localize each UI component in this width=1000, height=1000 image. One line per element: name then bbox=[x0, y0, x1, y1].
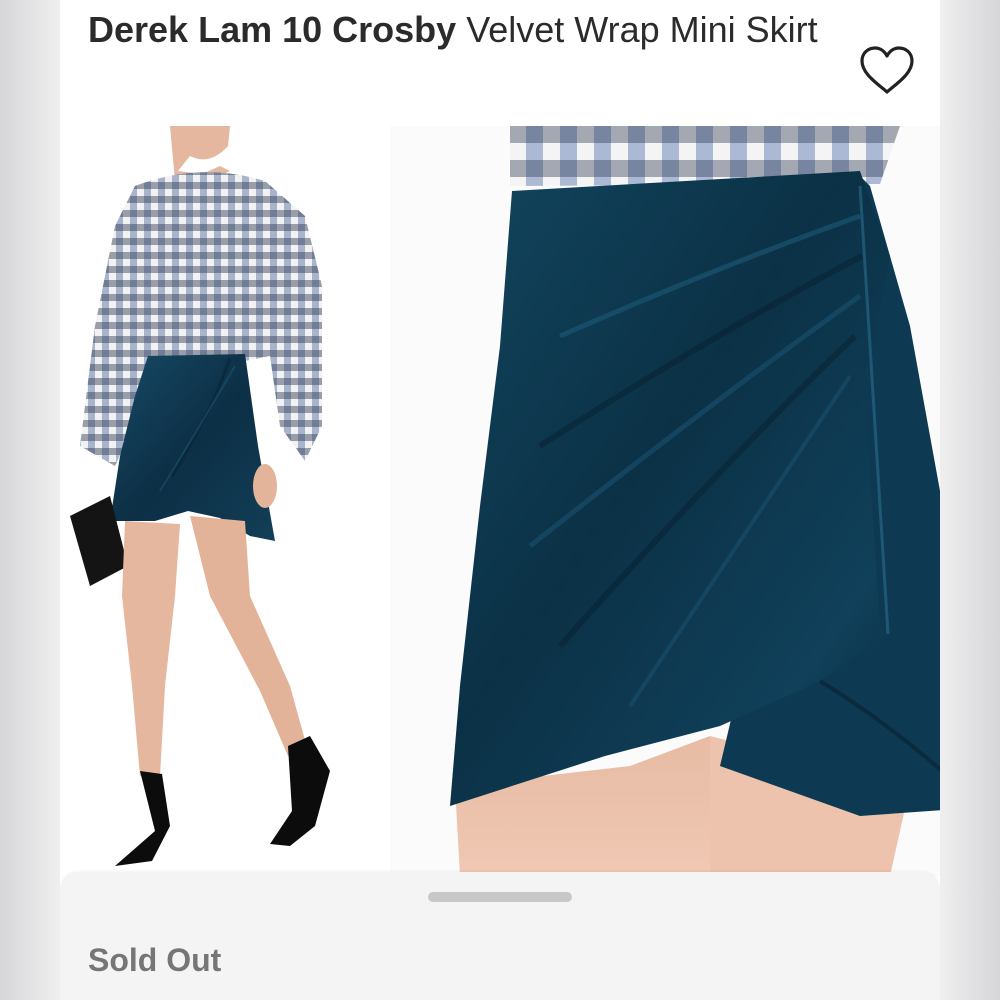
model-illustration bbox=[70, 126, 330, 866]
listing-name: Velvet Wrap Mini Skirt bbox=[456, 9, 818, 50]
listing-page: Derek Lam 10 Crosby Velvet Wrap Mini Ski… bbox=[60, 0, 940, 1000]
sheet-grabber-handle[interactable] bbox=[428, 892, 572, 902]
bottom-sheet[interactable]: Sold Out bbox=[60, 872, 940, 1000]
like-button[interactable] bbox=[856, 42, 918, 100]
product-photo-closeup[interactable] bbox=[390, 126, 940, 876]
skirt-closeup-illustration bbox=[450, 126, 940, 876]
sold-out-label: Sold Out bbox=[88, 942, 222, 978]
listing-title: Derek Lam 10 Crosby Velvet Wrap Mini Ski… bbox=[88, 2, 848, 58]
heart-icon bbox=[860, 46, 914, 94]
listing-brand: Derek Lam 10 Crosby bbox=[88, 9, 457, 50]
right-backdrop bbox=[940, 0, 1000, 1000]
product-photo-model[interactable] bbox=[60, 126, 390, 876]
left-backdrop bbox=[0, 0, 60, 1000]
